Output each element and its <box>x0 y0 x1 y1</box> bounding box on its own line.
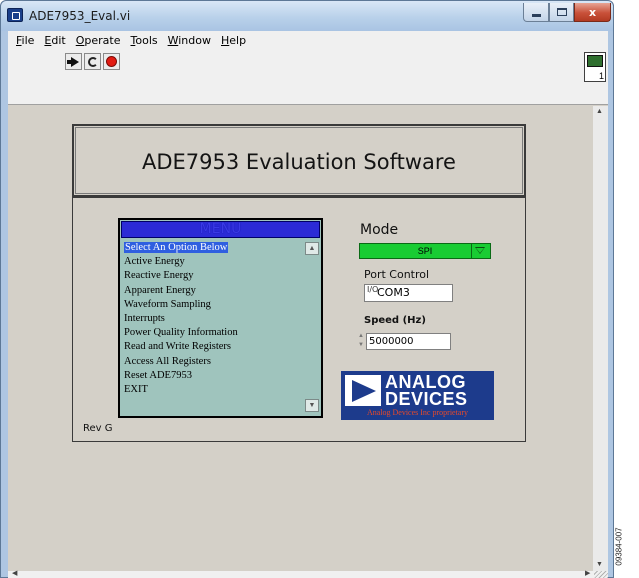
maximize-icon <box>556 8 567 16</box>
menu-header: MENU <box>121 221 320 238</box>
mode-ring-select[interactable]: SPI <box>359 243 491 259</box>
menu-edit[interactable]: Edit <box>44 34 65 47</box>
analog-devices-triangle-icon <box>345 375 381 406</box>
horizontal-scrollbar[interactable]: ◀ ▶ <box>8 569 608 578</box>
title-box: ADE7953 Evaluation Software <box>72 124 526 197</box>
mode-value: SPI <box>417 246 433 256</box>
menu-header-label: MENU <box>199 221 242 237</box>
close-icon: x <box>588 5 597 19</box>
minimize-button[interactable] <box>523 3 549 22</box>
scroll-down-arrow-icon[interactable]: ▼ <box>596 561 603 568</box>
run-continuously-button[interactable] <box>84 53 101 70</box>
scroll-left-arrow-icon[interactable]: ◀ <box>12 569 17 577</box>
window-title: ADE7953_Eval.vi <box>29 9 131 23</box>
menu-bar: File Edit Operate Tools Window Help <box>8 31 608 49</box>
menu-items: Select An Option Below Active Energy Rea… <box>123 241 301 413</box>
toolbar: 1 <box>8 49 608 105</box>
mode-label: Mode <box>360 222 399 238</box>
app-window: ADE7953_Eval.vi x File Edit Operate Tool… <box>0 0 614 578</box>
menu-item-reactive-energy[interactable]: Reactive Energy <box>123 269 301 283</box>
scroll-down-icon[interactable]: ▼ <box>305 399 319 412</box>
front-panel: ADE7953 Evaluation Software MENU Select … <box>8 106 593 571</box>
logo-line2: DEVICES <box>385 389 468 409</box>
menu-item-waveform-sampling[interactable]: Waveform Sampling <box>123 298 301 312</box>
vertical-scrollbar[interactable]: ▲ ▼ <box>593 106 608 571</box>
abort-button[interactable] <box>103 53 120 70</box>
menu-item-interrupts[interactable]: Interrupts <box>123 312 301 326</box>
scroll-up-icon[interactable]: ▲ <box>305 242 319 255</box>
menu-listbox[interactable]: MENU Select An Option Below Active Energ… <box>118 218 323 418</box>
analog-devices-logo: ANALOG DEVICES Analog Devices Inc propri… <box>341 371 494 420</box>
close-button[interactable]: x <box>574 3 611 22</box>
run-button[interactable] <box>65 53 82 70</box>
menu-item-power-quality[interactable]: Power Quality Information <box>123 326 301 340</box>
run-arrow-icon <box>67 56 79 67</box>
menu-item-reset[interactable]: Reset ADE7953 <box>123 369 301 383</box>
main-controls-box: MENU Select An Option Below Active Energ… <box>72 197 526 442</box>
revision-label: Rev G <box>83 423 113 434</box>
menu-file[interactable]: File <box>16 34 34 47</box>
menu-scrollbar[interactable]: ▲ ▼ <box>305 242 319 412</box>
maximize-button[interactable] <box>549 3 574 22</box>
menu-item-read-write-registers[interactable]: Read and Write Registers <box>123 340 301 354</box>
vi-icon-number: 1 <box>598 71 604 81</box>
page-title: ADE7953 Evaluation Software <box>142 150 456 174</box>
port-value: COM3 <box>377 286 410 299</box>
menu-item-active-energy[interactable]: Active Energy <box>123 255 301 269</box>
speed-label: Speed (Hz) <box>364 315 426 326</box>
ring-divider <box>471 244 472 258</box>
menu-item-exit[interactable]: EXIT <box>123 383 301 397</box>
menu-item-apparent-energy[interactable]: Apparent Energy <box>123 284 301 298</box>
menu-help[interactable]: Help <box>221 34 246 47</box>
logo-tagline: Analog Devices Inc proprietary <box>366 408 469 417</box>
port-control-label: Port Control <box>364 268 430 281</box>
client-area: File Edit Operate Tools Window Help 1 AD… <box>8 31 608 578</box>
figure-id-label: 09384-007 <box>614 527 624 566</box>
menu-item-select-option[interactable]: Select An Option Below <box>123 241 301 255</box>
vi-screen-icon <box>587 55 603 67</box>
scroll-right-arrow-icon[interactable]: ▶ <box>585 569 590 577</box>
labview-vi-icon[interactable] <box>7 8 23 22</box>
menu-item-access-all-registers[interactable]: Access All Registers <box>123 355 301 369</box>
dropdown-arrow-icon[interactable] <box>475 247 485 254</box>
vi-connector-icon[interactable]: 1 <box>584 52 606 82</box>
figure-id: 09384-007 <box>615 520 636 576</box>
port-control-field[interactable]: I/O COM3 <box>364 284 453 302</box>
minimize-icon <box>531 13 541 17</box>
resize-grip[interactable] <box>594 571 608 578</box>
run-continuously-icon <box>87 56 98 67</box>
menu-operate[interactable]: Operate <box>76 34 121 47</box>
title-bar[interactable]: ADE7953_Eval.vi x <box>1 1 613 31</box>
speed-increment-decrement[interactable]: ▲ ▼ <box>357 332 365 350</box>
menu-tools[interactable]: Tools <box>131 34 158 47</box>
scroll-up-arrow-icon[interactable]: ▲ <box>596 108 603 115</box>
menu-item-label: Select An Option Below <box>124 242 229 253</box>
menu-window[interactable]: Window <box>168 34 211 47</box>
io-resource-icon: I/O <box>367 285 379 294</box>
speed-field[interactable]: 5000000 <box>366 333 451 350</box>
abort-stop-icon <box>106 56 117 67</box>
